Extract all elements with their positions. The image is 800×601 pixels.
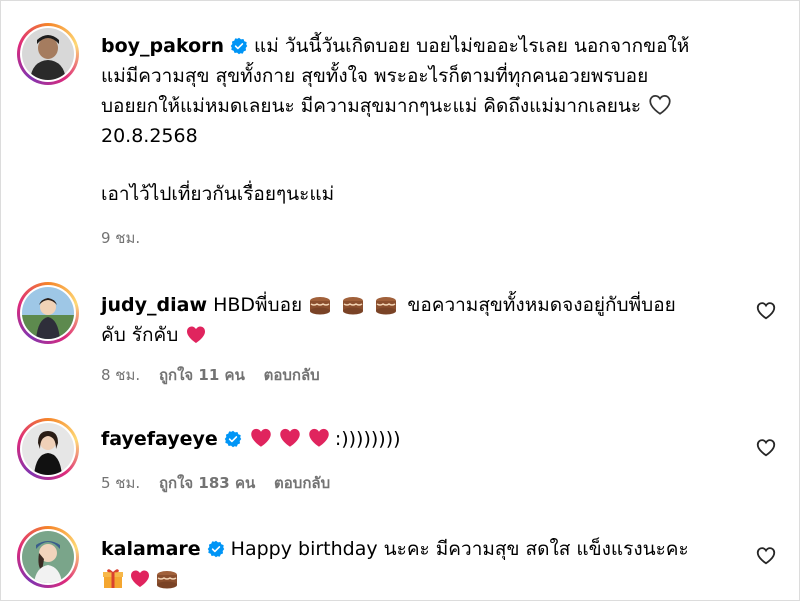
comment-text-line: บอยยกให้แม่หมดเลยนะ มีความสุขมากๆนะแม่ ค…: [101, 95, 642, 117]
reply-button[interactable]: ตอบกลับ: [274, 474, 330, 492]
avatar-judy-diaw[interactable]: [17, 282, 79, 344]
comment-text-line: ขอความสุขทั้งหมดจงอยู่กับพี่บอย: [407, 294, 676, 316]
red-heart-emoji: [309, 428, 329, 447]
avatar-kalamare[interactable]: [17, 526, 79, 588]
heart-outline-icon[interactable]: [755, 544, 777, 566]
comment-time: 5 ชม.: [101, 474, 141, 492]
likes-count[interactable]: ถูกใจ 183 คน: [159, 474, 255, 492]
white-heart-emoji: [649, 95, 671, 115]
heart-outline-icon[interactable]: [755, 436, 777, 458]
comment-body-3: fayefayeye:)))))))): [101, 424, 741, 454]
comment-body-4: kalamare Happy birthday นะคะ มีความสุข สด…: [101, 534, 741, 594]
comment-text-line: คับ รักคับ: [101, 324, 179, 346]
comment-text-line: แม่มีความสุข สุขทั้งกาย สุขทั้งใจ พระอะไ…: [101, 65, 649, 87]
likes-count[interactable]: ถูกใจ 11 คน: [159, 366, 245, 384]
username-kalamare[interactable]: kalamare: [101, 538, 201, 560]
gift-emoji: [103, 569, 123, 588]
username-boy-pakorn[interactable]: boy_pakorn: [101, 35, 224, 57]
red-heart-emoji: [131, 570, 149, 587]
red-heart-emoji: [251, 428, 271, 447]
username-judy-diaw[interactable]: judy_diaw: [101, 294, 207, 316]
username-fayefayeye[interactable]: fayefayeye: [101, 428, 218, 450]
red-heart-emoji: [187, 326, 206, 343]
comment-text-line: เอาไว้ไปเที่ยวกันเรื่อยๆนะแม่: [101, 183, 335, 205]
verified-badge-icon: [230, 37, 248, 55]
avatar-fayefayeye[interactable]: [17, 418, 79, 480]
comment-text-line: แม่ วันนี้วันเกิดบอย บอยไม่ขออะไรเลย นอก…: [254, 35, 690, 57]
comment-date: 20.8.2568: [101, 125, 198, 147]
cake-emoji: [157, 571, 177, 589]
comment-body-1: boy_pakorn แม่ วันนี้วันเกิดบอย บอยไม่ขออ…: [101, 31, 741, 209]
comment-text-line: :)))))))): [334, 428, 401, 450]
comment-meta-2: 8 ชม. ถูกใจ 11 คน ตอบกลับ: [101, 363, 334, 387]
cake-emoji: [310, 297, 331, 315]
comment-text-line: Happy birthday นะคะ มีความสุข สดใส แข็งแ…: [230, 538, 689, 560]
red-heart-emoji: [280, 428, 300, 447]
comment-meta-1: 9 ชม.: [101, 226, 154, 250]
cake-emoji: [376, 297, 397, 315]
verified-badge-icon: [207, 540, 224, 558]
comment-time: 8 ชม.: [101, 366, 141, 384]
reply-button[interactable]: ตอบกลับ: [264, 366, 320, 384]
comments-panel: boy_pakorn แม่ วันนี้วันเกิดบอย บอยไม่ขออ…: [0, 0, 800, 601]
comment-meta-3: 5 ชม. ถูกใจ 183 คน ตอบกลับ: [101, 471, 344, 495]
comment-time: 9 ชม.: [101, 229, 141, 247]
comment-body-2: judy_diaw HBDพี่บอย ขอความสุขทั้งหมดจงอย…: [101, 290, 741, 350]
comment-text-line: HBDพี่บอย: [213, 294, 303, 316]
avatar-boy-pakorn[interactable]: [17, 23, 79, 85]
heart-outline-icon[interactable]: [755, 299, 777, 321]
cake-emoji-group: [308, 294, 407, 316]
verified-badge-icon: [224, 430, 242, 448]
cake-emoji: [343, 297, 364, 315]
